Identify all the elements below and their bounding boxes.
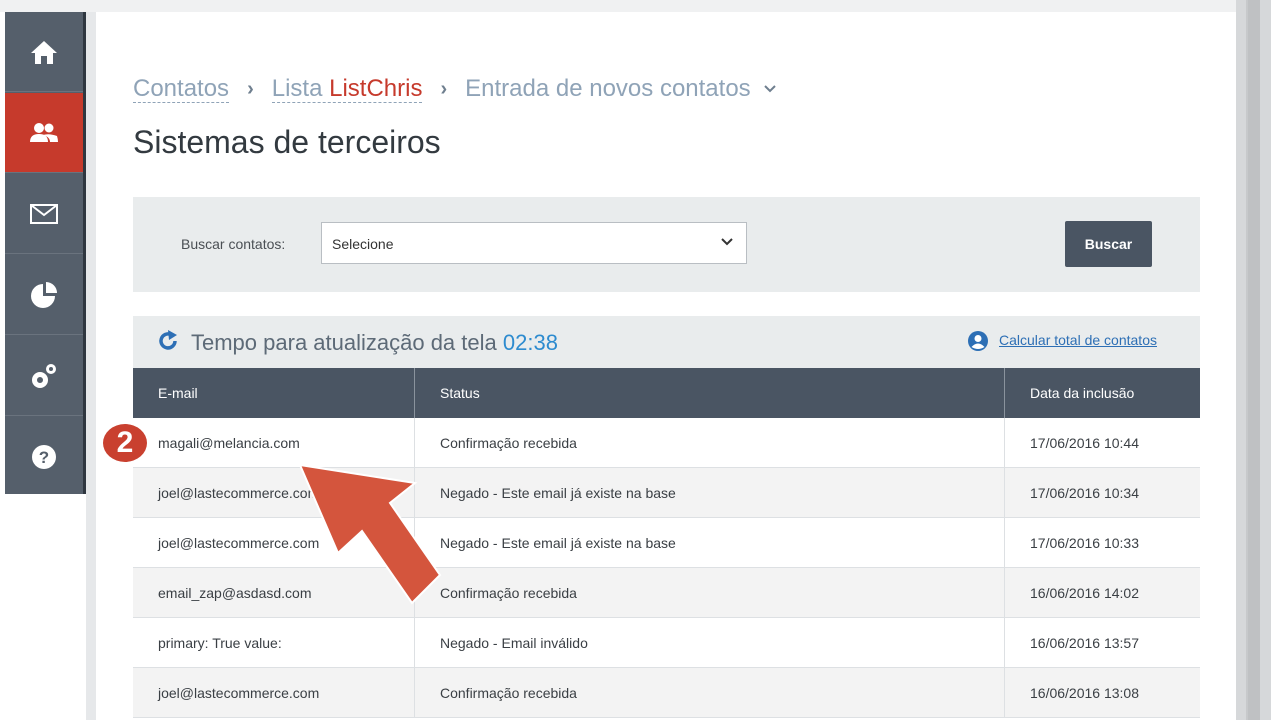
cell-status: Negado - Este email já existe na base xyxy=(415,468,1005,517)
search-label: Buscar contatos: xyxy=(181,236,286,252)
chevron-down-icon xyxy=(721,238,733,246)
breadcrumb: Contatos › Lista ListChris › Entrada de … xyxy=(133,74,777,104)
step-number-badge: 2 xyxy=(101,422,149,464)
timer-label: Tempo para atualização da tela xyxy=(191,330,497,355)
breadcrumb-list-prefix: Lista xyxy=(271,74,323,102)
search-select[interactable]: Selecione xyxy=(321,222,747,264)
refresh-icon[interactable] xyxy=(157,330,179,352)
cell-date: 16/06/2016 13:08 xyxy=(1030,684,1139,701)
column-header-email[interactable]: E-mail xyxy=(133,368,415,418)
breadcrumb-separator: › xyxy=(247,77,254,100)
user-circle-icon xyxy=(968,331,988,351)
breadcrumb-list-name: ListChris xyxy=(329,74,423,102)
cell-status: Confirmação recebida xyxy=(415,568,1005,617)
cell-status: Confirmação recebida xyxy=(415,668,1005,717)
cell-email: primary: True value: xyxy=(133,618,415,667)
cell-date: 17/06/2016 10:34 xyxy=(1030,484,1139,501)
chevron-down-icon[interactable] xyxy=(763,84,777,94)
calculate-total-link[interactable]: Calcular total de contatos xyxy=(999,332,1157,348)
cell-date: 16/06/2016 14:02 xyxy=(1030,584,1139,601)
breadcrumb-separator: › xyxy=(440,77,448,100)
refresh-timer: Tempo para atualização da tela 02:38 xyxy=(191,330,558,356)
page-title: Sistemas de terceiros xyxy=(133,124,441,160)
cell-email: joel@lastecommerce.com xyxy=(133,668,415,717)
breadcrumb-list[interactable]: Lista ListChris xyxy=(271,74,423,103)
table-row[interactable]: primary: True value: Negado - Email invá… xyxy=(133,618,1200,668)
search-button[interactable]: Buscar xyxy=(1065,221,1152,267)
pie-chart-icon xyxy=(31,281,57,308)
table-header: E-mail Status Data da inclusão xyxy=(133,368,1200,418)
sidebar-item-help[interactable]: ? xyxy=(5,417,83,497)
cell-date: 16/06/2016 13:57 xyxy=(1030,634,1139,651)
scrollbar-thumb[interactable] xyxy=(1248,0,1260,720)
contacts-icon xyxy=(30,122,58,142)
help-icon: ? xyxy=(32,445,56,469)
breadcrumb-contacts[interactable]: Contatos xyxy=(133,75,230,103)
sidebar-item-home[interactable] xyxy=(5,12,83,92)
sidebar-item-contacts[interactable] xyxy=(5,93,91,173)
column-header-status[interactable]: Status xyxy=(415,368,1005,418)
breadcrumb-current[interactable]: Entrada de novos contatos xyxy=(465,75,751,103)
top-strip xyxy=(0,0,1236,12)
annotation-arrow-icon xyxy=(298,463,442,605)
search-panel: Buscar contatos: Selecione Buscar xyxy=(133,197,1200,292)
sidebar-item-email[interactable] xyxy=(5,174,83,254)
sidebar-item-settings[interactable] xyxy=(5,336,83,416)
sidebar-gap xyxy=(86,12,96,720)
search-select-value: Selecione xyxy=(332,236,394,252)
results-bar: Tempo para atualização da tela 02:38 Cal… xyxy=(133,316,1200,368)
column-header-date[interactable]: Data da inclusão xyxy=(1005,368,1200,418)
cell-status: Negado - Email inválido xyxy=(415,618,1005,667)
svg-text:?: ? xyxy=(39,448,49,467)
home-icon xyxy=(31,40,57,64)
timer-value: 02:38 xyxy=(502,330,558,355)
settings-icon xyxy=(32,363,56,388)
table-row[interactable]: joel@lastecommerce.com Confirmação receb… xyxy=(133,668,1200,718)
cell-date: 17/06/2016 10:33 xyxy=(1030,534,1139,551)
cell-status: Negado - Este email já existe na base xyxy=(415,518,1005,567)
mail-icon xyxy=(30,203,58,224)
cell-status: Confirmação recebida xyxy=(415,418,1005,467)
cell-date: 17/06/2016 10:44 xyxy=(1030,434,1139,451)
sidebar: ? xyxy=(5,12,91,497)
sidebar-item-reports[interactable] xyxy=(5,255,83,335)
